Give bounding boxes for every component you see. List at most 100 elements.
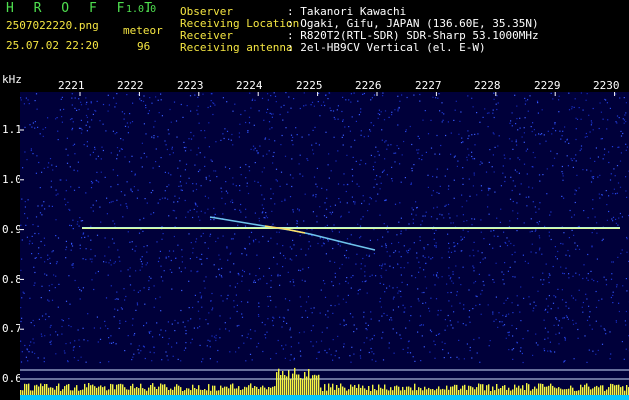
- noise-pixel: [621, 249, 623, 251]
- noise-pixel: [375, 146, 377, 148]
- noise-pixel: [262, 350, 264, 353]
- noise-pixel: [597, 176, 599, 178]
- level-base: [426, 395, 428, 400]
- noise-pixel: [537, 102, 539, 104]
- level-bar: [320, 387, 322, 395]
- level-base: [226, 395, 228, 400]
- noise-pixel: [501, 271, 503, 273]
- noise-pixel: [369, 275, 371, 277]
- noise-pixel: [407, 347, 409, 349]
- level-base: [376, 395, 378, 400]
- noise-pixel: [292, 279, 294, 281]
- noise-pixel: [394, 250, 397, 252]
- level-bar: [234, 388, 236, 395]
- noise-pixel: [523, 132, 525, 134]
- noise-pixel: [625, 310, 627, 313]
- level-bar: [262, 385, 264, 395]
- noise-pixel: [137, 349, 139, 351]
- noise-pixel: [80, 104, 83, 106]
- level-base: [60, 395, 62, 400]
- noise-pixel: [436, 206, 438, 208]
- noise-pixel: [318, 92, 320, 94]
- noise-pixel: [232, 144, 234, 146]
- noise-pixel: [168, 337, 170, 340]
- noise-pixel: [529, 231, 531, 233]
- level-base: [42, 395, 44, 400]
- level-base: [624, 395, 626, 400]
- noise-pixel: [204, 212, 206, 214]
- noise-pixel: [139, 98, 141, 100]
- noise-pixel: [382, 359, 385, 361]
- noise-pixel: [380, 275, 382, 277]
- noise-pixel: [511, 324, 513, 327]
- noise-pixel: [524, 97, 526, 99]
- noise-pixel: [229, 271, 231, 273]
- noise-pixel: [139, 258, 142, 260]
- level-bar: [626, 385, 628, 395]
- noise-pixel: [447, 188, 450, 190]
- noise-pixel: [601, 298, 603, 300]
- level-bar: [286, 376, 288, 395]
- level-bar: [26, 384, 28, 395]
- noise-pixel: [267, 318, 269, 320]
- noise-pixel: [596, 232, 598, 234]
- level-base: [86, 395, 88, 400]
- noise-pixel: [165, 330, 167, 332]
- noise-pixel: [547, 130, 549, 132]
- noise-pixel: [199, 258, 201, 260]
- noise-pixel: [168, 256, 170, 258]
- noise-pixel: [310, 307, 312, 309]
- level-bar: [96, 387, 98, 395]
- level-base: [590, 395, 592, 400]
- level-base: [340, 395, 342, 400]
- noise-pixel: [349, 313, 352, 315]
- y-tick-label: 0.9: [2, 223, 22, 236]
- level-bar: [606, 389, 608, 395]
- noise-pixel: [612, 216, 615, 218]
- noise-pixel: [469, 255, 471, 257]
- noise-pixel: [503, 283, 505, 285]
- noise-pixel: [204, 165, 206, 167]
- noise-pixel: [249, 353, 252, 355]
- noise-pixel: [484, 108, 486, 110]
- noise-pixel: [524, 260, 526, 262]
- noise-pixel: [316, 357, 318, 360]
- noise-pixel: [152, 189, 154, 192]
- noise-pixel: [315, 194, 317, 196]
- noise-pixel: [608, 195, 610, 197]
- noise-pixel: [343, 184, 345, 186]
- noise-pixel: [625, 143, 627, 145]
- noise-pixel: [186, 105, 188, 107]
- noise-pixel: [209, 346, 211, 348]
- noise-pixel: [185, 216, 187, 218]
- noise-pixel: [47, 254, 49, 256]
- level-base: [388, 395, 390, 400]
- noise-pixel: [582, 169, 584, 171]
- level-bar: [30, 390, 32, 395]
- level-base: [482, 395, 484, 400]
- noise-pixel: [514, 94, 516, 96]
- noise-pixel: [26, 159, 28, 161]
- noise-pixel: [112, 200, 114, 203]
- noise-pixel: [614, 175, 616, 177]
- level-bar: [432, 389, 434, 395]
- noise-pixel: [437, 333, 440, 335]
- level-base: [454, 395, 456, 400]
- noise-pixel: [142, 100, 145, 102]
- noise-pixel: [556, 258, 558, 260]
- level-bar: [118, 384, 120, 395]
- noise-pixel: [254, 281, 256, 283]
- noise-pixel: [48, 290, 51, 292]
- noise-pixel: [526, 205, 528, 207]
- noise-pixel: [319, 312, 321, 314]
- noise-pixel: [218, 254, 220, 256]
- noise-pixel: [125, 203, 127, 205]
- noise-pixel: [556, 318, 558, 320]
- level-base: [370, 395, 372, 400]
- noise-pixel: [428, 307, 430, 309]
- noise-pixel: [509, 158, 511, 160]
- noise-pixel: [612, 291, 614, 293]
- noise-pixel: [584, 136, 586, 138]
- noise-pixel: [400, 256, 402, 258]
- noise-pixel: [473, 338, 475, 341]
